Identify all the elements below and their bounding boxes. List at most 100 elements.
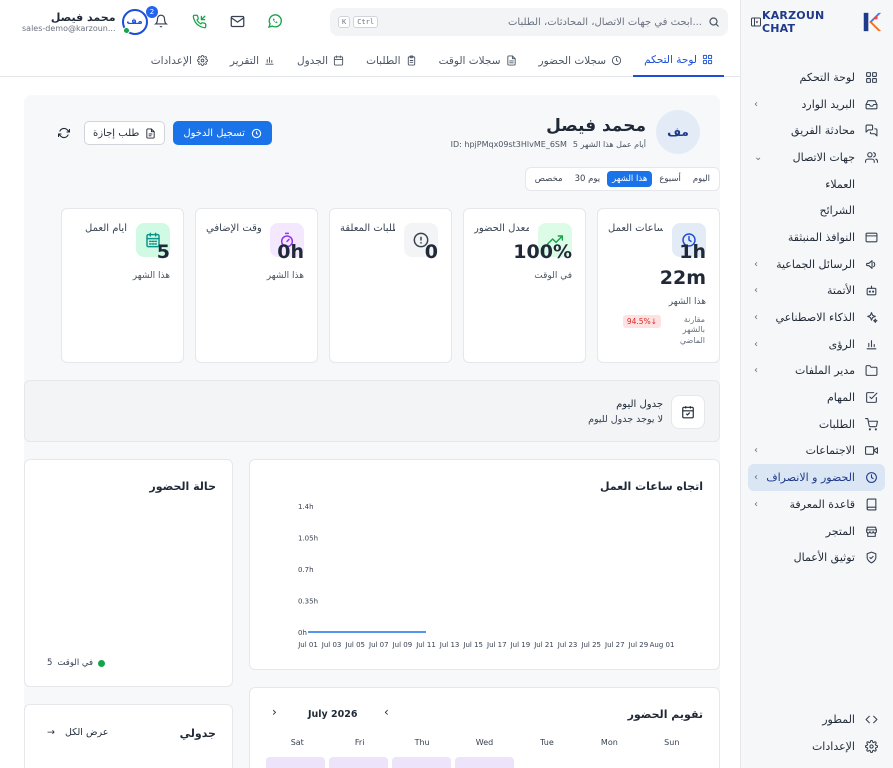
sidebar-item-label: جهات الاتصال (792, 150, 855, 164)
user-email: sales-demo@karzoun... (22, 24, 116, 33)
sidebar-item-label: الذكاء الاصطناعي (775, 311, 855, 325)
sidebar-item-label: المتجر (825, 524, 855, 538)
calendar-cell[interactable] (392, 757, 451, 768)
employee-profile: مف محمد فيصل 5 أيام عمل هذا الشهر ID: hp… (451, 110, 700, 154)
stats-row: ساعات العمل 1h 22m هذا الشهر مقارنة بالشهر … (24, 208, 720, 363)
chevron-icon[interactable]: ‹ (754, 312, 764, 323)
range-option-4[interactable]: مخصص (530, 171, 568, 187)
x-tick-label: Jul 13 (439, 641, 460, 649)
view-all-label: عرض الكل (64, 727, 109, 738)
clipboard-icon (406, 55, 417, 66)
sidebar-item-1[interactable]: البريد الوارد ‹ (748, 91, 885, 118)
x-tick-label: Jul 17 (486, 641, 507, 649)
range-option-2[interactable]: هذا الشهر (607, 171, 653, 187)
chevron-icon[interactable]: ‹ (754, 259, 764, 270)
collapse-sidebar-icon[interactable] (750, 16, 762, 28)
comparison-text: مقارنة بالشهر الماضي (679, 315, 705, 345)
tab-2[interactable]: سجلات الوقت (428, 44, 528, 77)
work-hours-trend-card: اتجاه ساعات العمل 0h 0.35h 0.7h 1.05h 1.4h Ju… (249, 459, 720, 670)
sidebar-item-3[interactable]: جهات الاتصال ⌄ (748, 144, 885, 171)
stat-sub: هذا الشهر (266, 271, 304, 281)
calendar-cell[interactable] (329, 757, 388, 768)
stat-card-0: ساعات العمل 1h 22m هذا الشهر مقارنة بالشهر … (597, 208, 720, 363)
calendar-cells (266, 757, 703, 768)
sidebar-item-7[interactable]: الرسائل الجماعية ‹ (748, 251, 885, 278)
calendar-cell[interactable] (581, 757, 640, 768)
mail-icon[interactable] (226, 10, 248, 32)
store-icon (863, 523, 879, 539)
range-option-1[interactable]: أسبوع (654, 171, 686, 187)
checkin-button[interactable]: تسجيل الدخول (173, 121, 272, 145)
karzoun-logo-icon (861, 11, 883, 33)
sidebar-item-11[interactable]: مدير الملفات ‹ (748, 358, 885, 385)
sidebar-item-12[interactable]: المهام (748, 384, 885, 411)
stat-card-1: معدل الحضور 100% في الوقت (463, 208, 586, 363)
chevron-icon[interactable]: ‹ (754, 472, 764, 483)
sidebar-item-6[interactable]: النوافذ المنبثقة (748, 224, 885, 251)
tab-0[interactable]: لوحة التحكم (633, 44, 724, 77)
sidebar-item-14[interactable]: الاجتماعات ‹ (748, 438, 885, 465)
chevron-icon[interactable]: ⌄ (754, 152, 764, 163)
user-menu[interactable]: محمد فيصل sales-demo@karzoun... مف (22, 9, 148, 35)
user-avatar[interactable]: مف (121, 9, 148, 35)
sidebar-item-2[interactable]: محادثة الفريق (748, 117, 885, 144)
calendar-cell[interactable] (266, 757, 325, 768)
sidebar-item-16[interactable]: قاعدة المعرفة ‹ (748, 491, 885, 518)
calendar-cell[interactable] (518, 757, 577, 768)
sidebar-item-10[interactable]: الرؤى ‹ (748, 331, 885, 358)
range-option-3[interactable]: 30 يوم (570, 171, 606, 187)
chevron-icon[interactable]: ‹ (754, 445, 764, 456)
clock-icon (611, 55, 622, 66)
calendar-next-button[interactable]: ‹ (384, 705, 389, 719)
refresh-button[interactable] (52, 121, 76, 145)
whatsapp-icon[interactable] (264, 10, 286, 32)
comparison-badge: 94.5%↓ (622, 315, 661, 328)
sidebar-item-18[interactable]: توثيق الأعمال (748, 544, 885, 571)
calendar-prev-button[interactable]: › (272, 705, 277, 719)
leave-request-label: طلب إجازة (93, 127, 140, 139)
notifications-bell-icon[interactable]: 2 (146, 6, 172, 32)
employee-name: محمد فيصل (546, 115, 646, 136)
shortcut-k-key: K (338, 16, 351, 28)
sidebar-item-13[interactable]: الطلبات (748, 411, 885, 438)
range-option-0[interactable]: اليوم (688, 171, 715, 187)
chevron-icon[interactable]: ‹ (754, 99, 764, 110)
tab-6[interactable]: الإعدادات (140, 44, 219, 77)
global-search[interactable]: ابحث في جهات الاتصال، المحادثات، الطلبات… (330, 8, 728, 36)
calendar-month: July 2026 (308, 709, 358, 720)
leave-request-button[interactable]: طلب إجازة (84, 121, 166, 145)
sidebar-item-8[interactable]: الأتمتة ‹ (748, 278, 885, 305)
sidebar-item-4[interactable]: العملاء (748, 171, 885, 198)
tab-3[interactable]: الطلبات (355, 44, 427, 77)
today-schedule-subtitle: لا يوجد جدول لليوم (588, 414, 663, 425)
stat-card-3: الوقت الإضافي 0h هذا الشهر (195, 208, 318, 363)
arrow-right-icon: → (47, 727, 55, 738)
view-all-link[interactable]: → عرض الكل (47, 727, 108, 738)
brand-bar: KARZOUN CHAT (750, 9, 883, 35)
sidebar-item-5[interactable]: الشرائح (748, 197, 885, 224)
phone-call-icon[interactable] (188, 10, 210, 32)
search-icon (708, 16, 720, 28)
chevron-icon[interactable]: ‹ (754, 339, 764, 350)
x-tick-label: Jul 29 (628, 641, 649, 649)
chevron-icon[interactable]: ‹ (754, 365, 764, 376)
calendar-cell[interactable] (644, 757, 703, 768)
stat-label: معدل الحضور (474, 223, 529, 234)
tab-4[interactable]: الجدول (286, 44, 355, 77)
sidebar-item-17[interactable]: المتجر (748, 518, 885, 545)
my-schedule-title: جدولي (179, 727, 216, 740)
calendar-cell[interactable] (455, 757, 514, 768)
date-range-selector: اليوم أسبوع هذا الشهر 30 يوم مخصص (524, 167, 720, 191)
sidebar-item-0[interactable]: لوحة التحكم (748, 64, 885, 91)
calendar-weekdays: Sun Mon Tue Wed Thu Fri Sat (266, 738, 703, 747)
sidebar-item-15[interactable]: الحضور و الانصراف ‹ (748, 464, 885, 491)
tab-1[interactable]: سجلات الحضور (528, 44, 634, 77)
chevron-icon[interactable]: ‹ (754, 499, 764, 510)
chevron-icon[interactable]: ‹ (754, 285, 764, 296)
tab-5[interactable]: التقرير (219, 44, 286, 77)
brand-logo[interactable]: KARZOUN CHAT (762, 9, 883, 35)
sidebar-item-0[interactable]: المطور (748, 707, 885, 734)
sidebar-item-9[interactable]: الذكاء الاصطناعي ‹ (748, 304, 885, 331)
megaphone-icon (863, 256, 879, 272)
sidebar-item-1[interactable]: الإعدادات (748, 733, 885, 760)
